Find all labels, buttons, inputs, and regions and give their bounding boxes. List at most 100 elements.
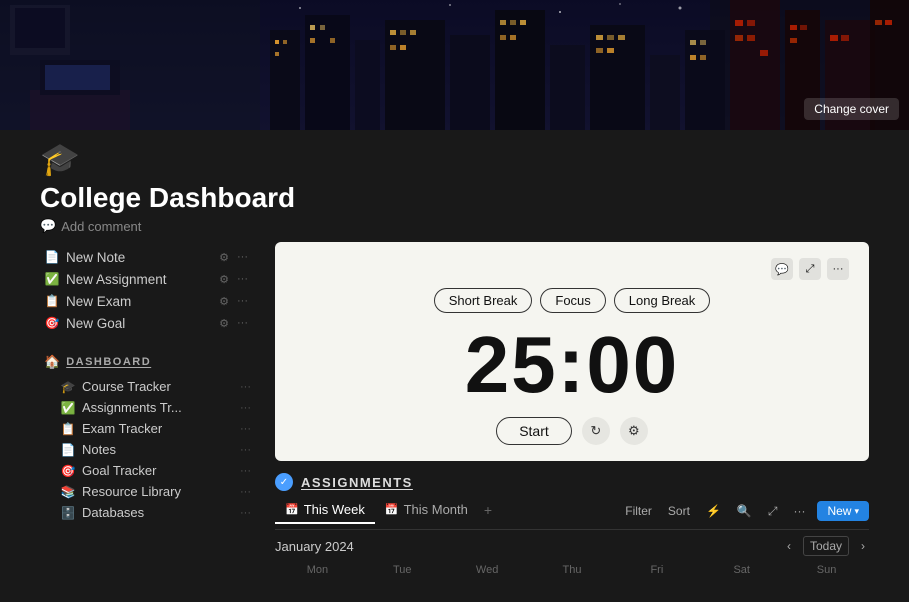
assignments-title: ASSIGNMENTS bbox=[301, 475, 413, 490]
quick-action-new-assignment[interactable]: ✅ New Assignment ⚙ ··· bbox=[40, 268, 255, 290]
new-assignment-button[interactable]: New ▾ bbox=[817, 501, 869, 521]
timer-tab-long-break[interactable]: Long Break bbox=[614, 288, 711, 313]
assignments-tracker-label: Assignments Tr... bbox=[82, 400, 234, 415]
calendar-header: January 2024 ‹ Today › bbox=[275, 534, 869, 558]
day-mon: Mon bbox=[275, 562, 360, 578]
add-comment-label: Add comment bbox=[61, 219, 141, 234]
course-tracker-label: Course Tracker bbox=[82, 379, 234, 394]
new-note-label: New Note bbox=[66, 250, 210, 265]
page-header: 🎓 College Dashboard 💬 Add comment bbox=[0, 130, 909, 242]
calendar-month-label: January 2024 bbox=[275, 539, 354, 554]
calendar-days-header: Mon Tue Wed Thu Fri Sat Sun bbox=[275, 562, 869, 578]
calendar-next-icon[interactable]: › bbox=[857, 537, 869, 555]
day-sat: Sat bbox=[699, 562, 784, 578]
page-title: College Dashboard bbox=[40, 182, 869, 214]
tab-this-month-icon: 📅 bbox=[385, 503, 399, 516]
new-assignment-label: New Assignment bbox=[66, 272, 210, 287]
add-comment-button[interactable]: 💬 Add comment bbox=[40, 218, 869, 234]
new-assignment-settings-icon[interactable]: ⚙ bbox=[216, 272, 232, 287]
tab-this-week-label: This Week bbox=[304, 502, 365, 517]
expand-button[interactable]: ⤢ bbox=[764, 502, 782, 521]
goal-tracker-more-icon[interactable]: ··· bbox=[240, 465, 251, 477]
timer-comment-icon[interactable]: 💬 bbox=[771, 258, 793, 280]
more-button[interactable]: ··· bbox=[789, 502, 809, 520]
nav-item-goal-tracker[interactable]: 🎯 Goal Tracker ··· bbox=[40, 460, 255, 481]
day-thu: Thu bbox=[530, 562, 615, 578]
calendar-today-button[interactable]: Today bbox=[803, 536, 849, 556]
quick-action-new-note[interactable]: 📄 New Note ⚙ ··· bbox=[40, 246, 255, 268]
timer-start-button[interactable]: Start bbox=[496, 417, 572, 445]
cover-image: Change cover bbox=[0, 0, 909, 130]
calendar-prev-icon[interactable]: ‹ bbox=[783, 537, 795, 555]
nav-item-databases[interactable]: 🗄️ Databases ··· bbox=[40, 502, 255, 523]
comment-icon: 💬 bbox=[40, 218, 56, 234]
assignments-section: ✓ ASSIGNMENTS 📅 This Week 📅 This Month bbox=[275, 473, 869, 578]
tab-this-month[interactable]: 📅 This Month bbox=[375, 497, 478, 524]
timer-tab-short-break[interactable]: Short Break bbox=[434, 288, 533, 313]
notes-more-icon[interactable]: ··· bbox=[240, 444, 251, 456]
new-exam-icon: 📋 bbox=[44, 293, 60, 309]
nav-item-resource-library[interactable]: 📚 Resource Library ··· bbox=[40, 481, 255, 502]
new-goal-settings-icon[interactable]: ⚙ bbox=[216, 316, 232, 331]
filter-button[interactable]: Filter bbox=[621, 502, 656, 520]
toolbar-right: Filter Sort ⚡ 🔍 ⤢ ··· New ▾ bbox=[621, 501, 869, 525]
tab-this-month-label: This Month bbox=[404, 502, 468, 517]
new-exam-settings-icon[interactable]: ⚙ bbox=[216, 294, 232, 309]
resource-library-more-icon[interactable]: ··· bbox=[240, 486, 251, 498]
course-tracker-icon: 🎓 bbox=[60, 380, 76, 394]
search-button[interactable]: 🔍 bbox=[733, 502, 756, 520]
nav-item-notes[interactable]: 📄 Notes ··· bbox=[40, 439, 255, 460]
day-sun: Sun bbox=[784, 562, 869, 578]
tab-this-week-icon: 📅 bbox=[285, 503, 299, 516]
dashboard-nav: 🏠 DASHBOARD 🎓 Course Tracker ··· ✅ Assig… bbox=[40, 350, 255, 523]
content-area: 📄 New Note ⚙ ··· ✅ New Assignment ⚙ ··· bbox=[0, 242, 909, 602]
new-assignment-more-icon[interactable]: ··· bbox=[234, 272, 251, 287]
timer-expand-icon[interactable]: ⤢ bbox=[799, 258, 821, 280]
dashboard-nav-header: 🏠 DASHBOARD bbox=[40, 350, 255, 374]
timer-settings-icon[interactable]: ⚙ bbox=[620, 417, 648, 445]
new-note-icon: 📄 bbox=[44, 249, 60, 265]
assignments-header: ✓ ASSIGNMENTS bbox=[275, 473, 869, 491]
timer-widget: 💬 ⤢ ··· Short Break Focus Long Break 25:… bbox=[275, 242, 869, 461]
new-goal-icon: 🎯 bbox=[44, 315, 60, 331]
new-exam-more-icon[interactable]: ··· bbox=[234, 294, 251, 309]
tab-this-week[interactable]: 📅 This Week bbox=[275, 497, 375, 524]
resource-library-icon: 📚 bbox=[60, 485, 76, 499]
quick-action-new-exam[interactable]: 📋 New Exam ⚙ ··· bbox=[40, 290, 255, 312]
quick-actions: 📄 New Note ⚙ ··· ✅ New Assignment ⚙ ··· bbox=[40, 246, 255, 334]
home-icon: 🏠 bbox=[44, 354, 60, 370]
assignments-tracker-icon: ✅ bbox=[60, 401, 76, 415]
bolt-icon[interactable]: ⚡ bbox=[702, 502, 725, 520]
assignments-tabs: 📅 This Week 📅 This Month + bbox=[275, 497, 498, 523]
timer-reset-icon[interactable]: ↻ bbox=[582, 417, 610, 445]
nav-item-exam-tracker[interactable]: 📋 Exam Tracker ··· bbox=[40, 418, 255, 439]
assignments-tracker-more-icon[interactable]: ··· bbox=[240, 402, 251, 414]
exam-tracker-icon: 📋 bbox=[60, 422, 76, 436]
quick-action-new-goal[interactable]: 🎯 New Goal ⚙ ··· bbox=[40, 312, 255, 334]
add-tab-button[interactable]: + bbox=[478, 497, 498, 523]
change-cover-button[interactable]: Change cover bbox=[804, 98, 899, 120]
sidebar: 📄 New Note ⚙ ··· ✅ New Assignment ⚙ ··· bbox=[40, 242, 255, 602]
timer-more-icon[interactable]: ··· bbox=[827, 258, 849, 280]
nav-item-assignments-tracker[interactable]: ✅ Assignments Tr... ··· bbox=[40, 397, 255, 418]
timer-tab-focus[interactable]: Focus bbox=[540, 288, 605, 313]
new-button-label: New bbox=[827, 504, 851, 518]
databases-label: Databases bbox=[82, 505, 234, 520]
page-icon: 🎓 bbox=[40, 140, 869, 178]
page-content: 🎓 College Dashboard 💬 Add comment 📄 New … bbox=[0, 130, 909, 602]
calendar-nav: ‹ Today › bbox=[783, 536, 869, 556]
new-note-settings-icon[interactable]: ⚙ bbox=[216, 250, 232, 265]
goal-tracker-label: Goal Tracker bbox=[82, 463, 234, 478]
day-wed: Wed bbox=[445, 562, 530, 578]
databases-more-icon[interactable]: ··· bbox=[240, 507, 251, 519]
new-goal-more-icon[interactable]: ··· bbox=[234, 316, 251, 331]
nav-item-course-tracker[interactable]: 🎓 Course Tracker ··· bbox=[40, 376, 255, 397]
new-assignment-icon: ✅ bbox=[44, 271, 60, 287]
exam-tracker-more-icon[interactable]: ··· bbox=[240, 423, 251, 435]
timer-controls: Start ↻ ⚙ bbox=[295, 417, 849, 445]
new-note-more-icon[interactable]: ··· bbox=[234, 250, 251, 265]
course-tracker-more-icon[interactable]: ··· bbox=[240, 381, 251, 393]
dashboard-label: DASHBOARD bbox=[66, 356, 151, 368]
sort-button[interactable]: Sort bbox=[664, 502, 694, 520]
new-exam-label: New Exam bbox=[66, 294, 210, 309]
